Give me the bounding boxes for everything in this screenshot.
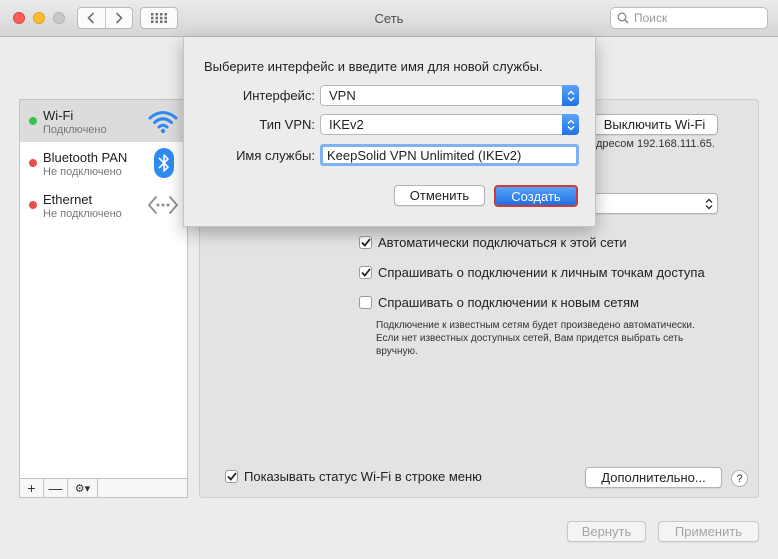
chevron-updown-icon [567,119,574,130]
show-wifi-status-checkbox[interactable]: Показывать статус Wi-Fi в строке меню [225,469,482,484]
service-name: Bluetooth PAN [43,150,128,165]
service-status: Подключено [43,124,107,136]
ask-new-networks-checkbox[interactable]: Спрашивать о подключении к новым сетям [359,295,639,310]
help-button[interactable]: ? [731,470,748,487]
known-networks-note: Подключение к известным сетям будет прои… [376,320,695,357]
turn-off-wifi-button[interactable]: Выключить Wi-Fi [591,114,718,135]
checkbox-box [359,266,372,279]
wifi-icon [148,111,178,134]
service-name-label: Имя службы: [236,148,315,163]
title-bar: Сеть Поиск [0,0,778,37]
new-service-sheet: Выберите интерфейс и введите имя для нов… [183,37,596,227]
checkbox-label: Спрашивать о подключении к новым сетям [378,295,639,310]
vpn-type-popup[interactable]: IKEv2 [320,114,579,135]
service-status: Не подключено [43,166,122,178]
status-dot-connected [29,117,37,125]
apply-button[interactable]: Применить [658,521,759,542]
sheet-prompt: Выберите интерфейс и введите имя для нов… [204,59,543,74]
checkbox-box [359,236,372,249]
service-item-bluetooth-pan[interactable]: Bluetooth PAN Не подключено [20,142,187,184]
checkmark-icon [360,238,371,247]
advanced-button[interactable]: Дополнительно... [585,467,722,488]
search-placeholder: Поиск [634,11,668,25]
checkbox-label: Показывать статус Wi-Fi в строке меню [244,469,482,484]
interface-value: VPN [329,88,356,103]
remove-service-button[interactable]: — [44,479,68,497]
checkmark-icon [226,472,237,481]
checkmark-icon [360,268,371,277]
ip-address-text: дресом 192.168.111.65. [596,138,715,150]
search-icon [617,12,629,24]
checkbox-label: Автоматически подключаться к этой сети [378,235,627,250]
add-service-button[interactable]: + [20,479,44,497]
auto-join-checkbox[interactable]: Автоматически подключаться к этой сети [359,235,627,250]
chevron-updown-icon [705,198,713,209]
network-name-dropdown[interactable] [591,193,718,214]
service-name: Wi-Fi [43,108,74,123]
popup-arrow [562,85,579,106]
service-list: Wi-Fi Подключено Bluetooth PAN Не подклю… [19,99,188,498]
checkbox-box [225,470,238,483]
cancel-button[interactable]: Отменить [394,185,485,206]
gear-menu-button[interactable]: ⚙▾ [68,479,98,497]
checkbox-box [359,296,372,309]
search-field[interactable]: Поиск [610,7,768,29]
service-name: Ethernet [43,192,93,207]
status-dot-disconnected [29,159,37,167]
status-dot-disconnected [29,201,37,209]
chevron-updown-icon [567,90,574,101]
bluetooth-icon [154,148,174,178]
ask-hotspots-checkbox[interactable]: Спрашивать о подключении к личным точкам… [359,265,705,280]
service-list-toolbar: + — ⚙▾ [20,478,187,497]
popup-arrow [562,114,579,135]
service-name-input[interactable]: KeepSolid VPN Unlimited (IKEv2) [320,144,579,166]
ethernet-icon [148,196,178,214]
service-item-wifi[interactable]: Wi-Fi Подключено [20,100,187,142]
service-item-ethernet[interactable]: Ethernet Не подключено [20,184,187,226]
interface-label: Интерфейс: [242,88,315,103]
checkbox-label: Спрашивать о подключении к личным точкам… [378,265,705,280]
service-status: Не подключено [43,208,122,220]
vpn-type-value: IKEv2 [329,117,364,132]
revert-button[interactable]: Вернуть [567,521,646,542]
create-button[interactable]: Создать [494,185,578,207]
interface-popup[interactable]: VPN [320,85,579,106]
vpn-type-label: Тип VPN: [259,117,315,132]
